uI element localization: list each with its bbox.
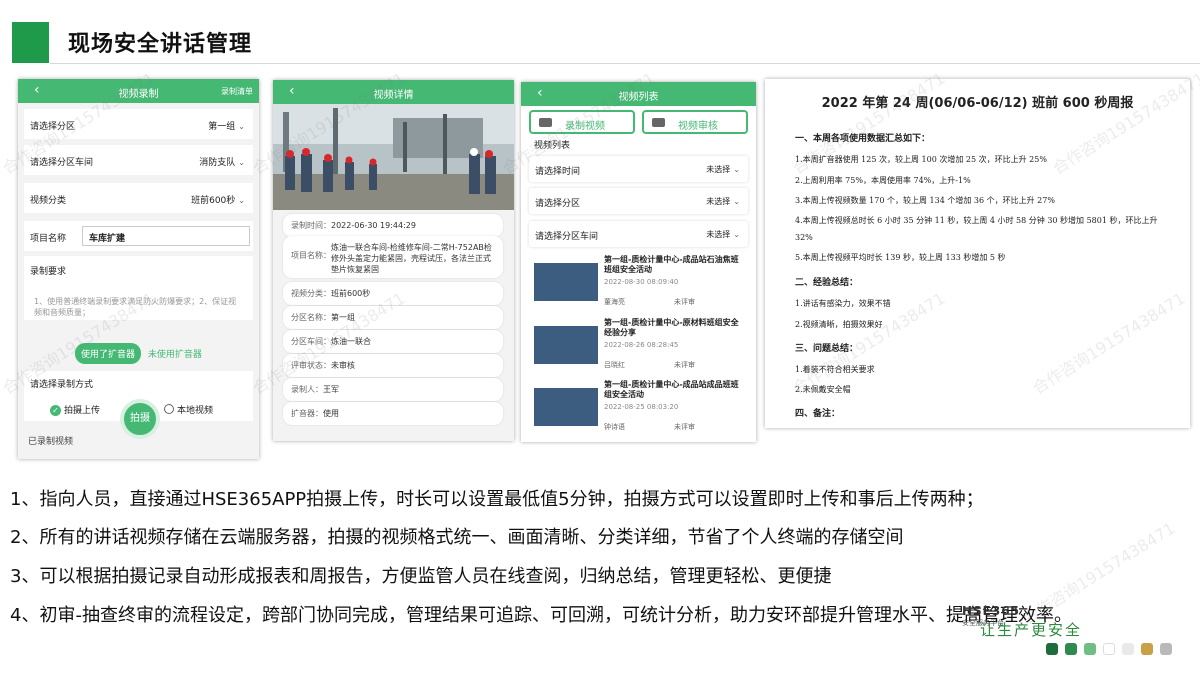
recorder-field: 录制人：王军 <box>283 378 503 401</box>
weekly-report-card: 2022 年第 24 周(06/06-06/12) 班前 600 秒周报 一、本… <box>765 79 1190 428</box>
screen-title: 视频列表 <box>618 92 659 103</box>
chevron-down-icon: ⌄ <box>238 158 245 167</box>
report-section-notes: 四、备注： <box>795 409 841 419</box>
report-section-experience: 二、经验总结： <box>795 278 859 288</box>
review-status: 未评审 <box>674 298 695 306</box>
review-status: 未评审 <box>674 423 695 431</box>
video-detail-screen: ‹ 视频详情 录制时间：2022-06-30 19:44:29 项目名称： 炼油… <box>273 80 514 441</box>
zone-name-field: 分区名称：第一组 <box>283 306 503 329</box>
bullet-point-2: 2、所有的讲话视频存储在云端服务器，拍摄的视频格式统一、画面清晰、分类详细，节省… <box>10 527 904 548</box>
app-bar: ‹ 视频录制 录制清单 <box>18 79 259 103</box>
chevron-down-icon: ⌄ <box>238 122 245 131</box>
video-frame-photo[interactable] <box>273 104 514 210</box>
video-list-item[interactable]: 第一组-质检计量中心-原材料班组安全经验分享 2022-08-26 08:28:… <box>534 318 749 376</box>
mode-local-option[interactable]: 本地视频 <box>164 403 213 416</box>
report-section-data: 一、本周各项使用数据汇总如下： <box>795 134 931 144</box>
project-name-field: 项目名称： 炼油一联合车间-检维修车间-二常H-752AB检修外头盖定力能紧固，壳… <box>283 236 503 278</box>
report-section-problems: 三、问题总结： <box>795 344 859 354</box>
project-name-input[interactable]: 车库扩建 <box>82 226 250 246</box>
record-video-button[interactable]: 录制视频 <box>529 110 635 134</box>
amplifier-unused-option[interactable]: 未使用扩音器 <box>144 343 206 364</box>
video-list-item[interactable]: 第一组-质检计量中心-成品站石油焦班班组安全活动 2022-08-30 08:0… <box>534 255 749 313</box>
video-category-field: 视频分类：班前600秒 <box>283 282 503 305</box>
report-item: 1.讲话有感染力，效果不错 <box>795 299 891 308</box>
shoot-button[interactable]: 拍摄 <box>120 399 160 439</box>
recorded-videos-label: 已录制视频 <box>28 437 74 447</box>
video-record-screen: ‹ 视频录制 录制清单 请选择分区 第一组 ⌄ 请选择分区车间 消防支队 ⌄ 视频分… <box>18 79 259 459</box>
zone-workshop-select[interactable]: 请选择分区车间 消防支队 ⌄ <box>24 145 253 175</box>
report-item: 1.着装不符合相关要求 <box>795 365 875 374</box>
record-requirements: 录制要求 1、使用普通终端录制要求满足防火防爆要求；2、保证视频和音频质量； <box>24 256 253 320</box>
amplifier-toggle: 使用了扩音器 未使用扩音器 <box>75 343 206 364</box>
check-icon: ✓ <box>50 405 61 416</box>
video-list-item[interactable]: 第一组-质检计量中心-成品站成品班班组安全活动 2022-08-25 08:03… <box>534 380 749 438</box>
zone-workshop-filter-select[interactable]: 请选择分区车间 未选择 ⌄ <box>529 221 748 247</box>
bullet-point-3: 3、可以根据拍摄记录自动形成报表和周报告，方便监管人员在线查阅，归纳总结，管理更… <box>10 566 832 587</box>
header-divider <box>50 63 1200 64</box>
color-swatch <box>1103 643 1115 655</box>
video-list-screen: ‹ 视频列表 录制视频 视频审核 视频列表 请选择时间 未选择 ⌄ 请选择分区 未… <box>521 82 756 442</box>
report-item: 2.视频清晰，拍摄效果好 <box>795 320 883 329</box>
chevron-down-icon: ⌄ <box>733 197 740 206</box>
site-photo-illustration <box>273 104 514 210</box>
zone-filter-select[interactable]: 请选择分区 未选择 ⌄ <box>529 188 748 214</box>
report-item: 3.本周上传视频数量 170 个，较上周 134 个增加 36 个，环比上升 2… <box>795 196 1055 205</box>
color-swatch <box>1122 643 1134 655</box>
brand-color-swatches <box>1046 643 1172 655</box>
color-swatch <box>1141 643 1153 655</box>
zone-select[interactable]: 请选择分区 第一组 ⌄ <box>24 109 253 139</box>
mode-upload-option[interactable]: ✓ 拍摄上传 <box>50 403 100 416</box>
review-video-button[interactable]: 视频审核 <box>642 110 748 134</box>
app-bar: ‹ 视频列表 <box>521 82 756 106</box>
screen-title: 视频详情 <box>373 90 414 101</box>
zone-workshop-field: 分区车间：炼油一联合 <box>283 330 503 353</box>
chevron-down-icon: ⌄ <box>733 165 740 174</box>
video-camera-icon <box>539 118 552 127</box>
video-category-select[interactable]: 视频分类 班前600秒 ⌄ <box>24 183 253 213</box>
chevron-down-icon: ⌄ <box>238 196 245 205</box>
color-swatch <box>1084 643 1096 655</box>
video-review-icon <box>652 118 665 127</box>
page-title: 现场安全讲话管理 <box>68 32 253 57</box>
report-item: 4.本周上传视频总时长 6 小时 35 分钟 11 秒，较上周 4 小时 58 … <box>795 216 1158 242</box>
color-swatch <box>1065 643 1077 655</box>
color-swatch <box>1046 643 1058 655</box>
brand-slogan: 让生产更安全 <box>980 621 1083 639</box>
record-time-field: 录制时间：2022-06-30 19:44:29 <box>283 214 503 237</box>
header-accent-block <box>12 22 49 63</box>
review-status: 未评审 <box>674 361 695 369</box>
app-bar: ‹ 视频详情 <box>273 80 514 104</box>
project-name-row: 项目名称 车库扩建 <box>24 221 253 251</box>
record-list-link[interactable]: 录制清单 <box>221 86 253 97</box>
amplifier-field: 扩音器：使用 <box>283 402 503 425</box>
amplifier-used-option[interactable]: 使用了扩音器 <box>75 343 142 364</box>
chevron-down-icon: ⌄ <box>733 230 740 239</box>
report-title: 2022 年第 24 周(06/06-06/12) 班前 600 秒周报 <box>821 96 1134 111</box>
video-thumbnail <box>534 326 598 364</box>
video-thumbnail <box>534 388 598 426</box>
report-item: 5.本周上传视频平均时长 139 秒，较上周 133 秒增加 5 秒 <box>795 253 1006 262</box>
color-swatch <box>1160 643 1172 655</box>
report-item: 1.本周扩音器使用 125 次，较上周 100 次增加 25 次，环比上升 25… <box>795 155 1047 164</box>
review-status-field: 评审状态：未审核 <box>283 354 503 377</box>
report-item: 2.未佩戴安全帽 <box>795 385 851 394</box>
bullet-point-1: 1、指向人员，直接通过HSE365APP拍摄上传，时长可以设置最低值5分钟，拍摄… <box>10 489 984 510</box>
report-item: 2.上周利用率 75%，本周使用率 74%，上升-1% <box>795 176 971 185</box>
radio-icon <box>164 404 174 414</box>
video-list-heading: 视频列表 <box>534 141 571 151</box>
time-filter-select[interactable]: 请选择时间 未选择 ⌄ <box>529 156 748 182</box>
video-thumbnail <box>534 263 598 301</box>
